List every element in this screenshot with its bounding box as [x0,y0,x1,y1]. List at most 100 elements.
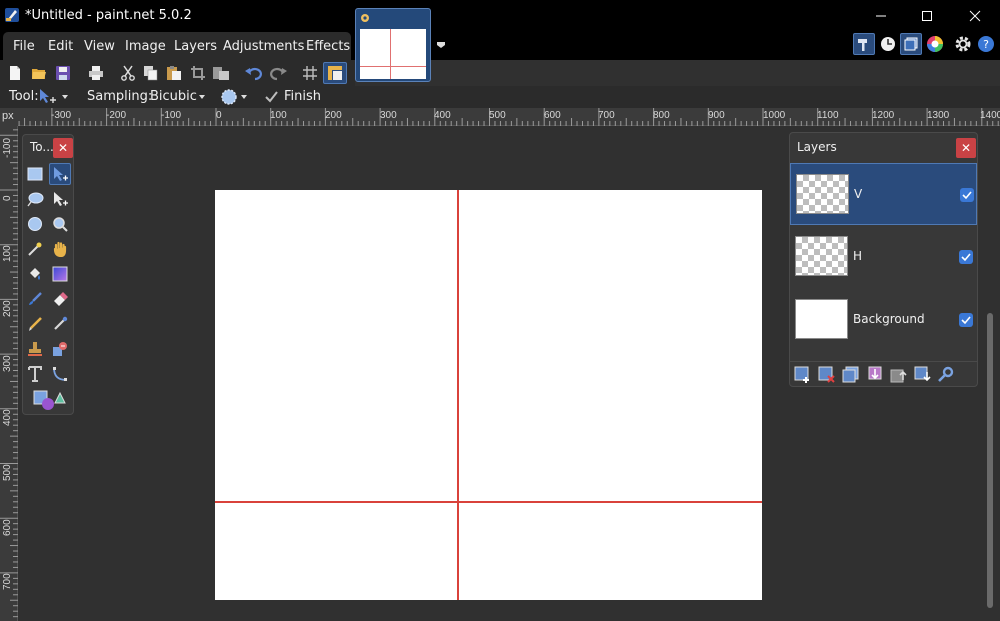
layers-panel-close-button[interactable]: ✕ [956,138,976,158]
save-icon [56,66,70,80]
sampling-dropdown[interactable]: Bicubic [150,89,197,104]
selection-quality-dropdown[interactable] [219,87,253,107]
shapes-tool[interactable] [33,389,67,411]
paste-into-new-image-button[interactable] [211,63,231,83]
minimize-button[interactable] [858,0,904,32]
undo-button[interactable] [244,63,264,83]
eraser-icon [54,292,68,306]
checkmark-icon [265,91,278,103]
recolor-tool[interactable] [49,338,71,360]
help-button[interactable]: ? [975,33,997,55]
new-file-button[interactable] [5,63,25,83]
ruler-label: 1400 [980,110,1000,121]
ruler-label: 100 [2,245,13,262]
line-curve-tool[interactable] [49,363,71,385]
paste-button[interactable] [164,63,184,83]
copy-icon [144,66,158,81]
maximize-button[interactable] [904,0,950,32]
grid-icon [303,66,317,80]
layers-toggle-button[interactable] [900,33,922,55]
clone-stamp-tool[interactable] [24,338,46,360]
finish-label[interactable]: Finish [284,89,321,104]
layer-visibility-checkbox[interactable] [960,188,974,202]
zoom-tool[interactable] [49,213,71,235]
menu-adjustments[interactable]: Adjustments [223,39,304,54]
cut-button[interactable] [118,63,138,83]
tool-selector[interactable] [38,88,72,106]
rectangle-select-tool[interactable] [24,163,46,185]
finish-button[interactable] [264,89,279,104]
delete-layer-button[interactable] [818,366,836,384]
lasso-select-tool[interactable] [24,188,46,210]
copy-button[interactable] [141,63,161,83]
layer-thumbnail [795,299,848,339]
print-button[interactable] [86,63,106,83]
toggle-grid-button[interactable] [300,63,320,83]
duplicate-layer-button[interactable] [842,366,860,384]
minimize-icon [876,15,886,17]
ruler-label: 1300 [927,110,950,121]
move-layer-down-button[interactable] [914,366,932,384]
menu-file[interactable]: File [13,39,35,54]
tools-panel-close-button[interactable]: ✕ [53,138,73,158]
image-canvas[interactable] [215,190,762,600]
ellipse-select-tool[interactable] [24,213,46,235]
menu-edit[interactable]: Edit [48,39,73,54]
move-layer-up-button[interactable] [890,366,908,384]
paint-net-app-icon [5,8,19,22]
move-layer-up-icon [890,369,907,383]
layers-icon [904,37,918,51]
magic-wand-tool[interactable] [24,238,46,260]
undo-icon [245,67,262,81]
chevron-down-icon[interactable] [197,92,207,102]
text-tool[interactable] [24,363,46,385]
layer-visibility-checkbox[interactable] [959,250,973,264]
add-layer-button[interactable] [794,366,812,384]
pencil-tool[interactable] [24,313,46,335]
image-list-dropdown-icon[interactable] [436,40,446,50]
layer-properties-button[interactable] [936,366,954,384]
toggle-rulers-button[interactable] [323,62,347,84]
move-selected-pixels-tool[interactable] [49,163,71,185]
menu-effects[interactable]: Effects [306,39,350,54]
paintbrush-tool[interactable] [24,288,46,310]
menu-layers[interactable]: Layers [174,39,217,54]
document-tab-thumbnail[interactable] [355,8,431,82]
merge-layer-down-button[interactable] [866,366,884,384]
maximize-icon [922,11,932,21]
ruler-label: -300 [51,110,72,121]
settings-button[interactable] [952,33,974,55]
pan-tool[interactable] [49,238,71,260]
open-file-button[interactable] [29,63,49,83]
delete-layer-icon [818,366,835,383]
menu-view[interactable]: View [84,39,115,54]
layer-name: H [853,249,863,263]
paint-bucket-tool[interactable] [24,263,46,285]
menu-image[interactable]: Image [125,39,166,54]
history-toggle-button[interactable] [877,33,899,55]
colors-toggle-button[interactable] [924,33,946,55]
gradient-tool[interactable] [49,263,71,285]
eraser-tool[interactable] [49,288,71,310]
vertical-scrollbar[interactable] [987,313,993,608]
close-window-button[interactable] [952,0,998,32]
crop-to-selection-button[interactable] [188,63,208,83]
layer-name: V [854,187,863,201]
ruler-label: 0 [216,110,222,121]
layer-item-background[interactable]: Background [790,289,977,351]
layer-item-h[interactable]: H [790,226,977,288]
save-button[interactable] [53,63,73,83]
paste-new-image-icon [213,67,229,80]
redo-button[interactable] [268,63,288,83]
antialiasing-icon [221,89,247,105]
move-selection-tool[interactable] [49,188,71,210]
pencil-icon [29,317,42,331]
layer-item-v[interactable]: V [790,163,977,225]
tools-toggle-button[interactable] [853,33,875,55]
hand-icon [53,241,67,257]
magic-wand-icon [28,242,42,256]
ruler-label: 1000 [763,110,786,121]
tools-panel-title: To... [30,140,54,154]
layer-visibility-checkbox[interactable] [959,313,973,327]
color-picker-tool[interactable] [49,313,71,335]
